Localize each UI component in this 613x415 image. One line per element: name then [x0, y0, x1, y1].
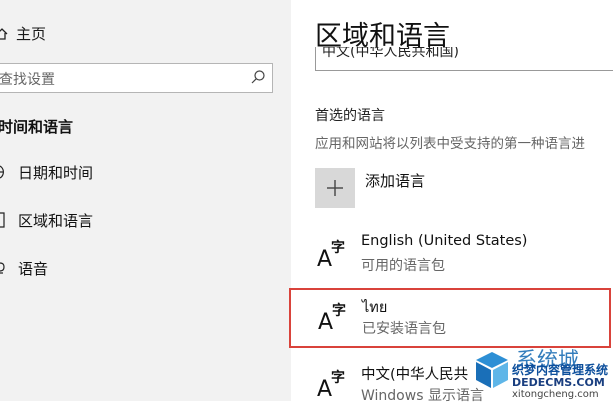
sidebar-item-speech[interactable]: 语音 — [0, 255, 48, 281]
language-item-english[interactable]: A字 English (United States) 可用的语言包 — [300, 225, 613, 285]
language-icon: A字 — [317, 370, 345, 402]
add-language-button[interactable] — [315, 168, 355, 208]
nav-home-label: 主页 — [16, 25, 47, 43]
language-status: 已安装语言包 — [362, 321, 446, 337]
add-language-label[interactable]: 添加语言 — [365, 170, 425, 191]
language-status: Windows 显示语言 — [361, 388, 484, 404]
search-placeholder: 查找设置 — [0, 72, 55, 88]
sidebar-item-region-language[interactable]: 区域和语言 — [0, 207, 93, 233]
nav-home-link[interactable]: 主页 — [0, 23, 46, 44]
language-name: English (United States) — [361, 233, 528, 249]
region-icon — [0, 211, 10, 229]
sidebar-item-date-time[interactable]: 日期和时间 — [0, 159, 93, 185]
home-icon — [0, 26, 8, 42]
language-status: 可用的语言包 — [361, 258, 445, 274]
sidebar-item-label: 区域和语言 — [18, 211, 94, 230]
plus-icon — [327, 180, 343, 196]
language-icon: A字 — [317, 240, 345, 272]
watermark-line2: DEDECMS.COM — [512, 376, 605, 389]
search-icon[interactable] — [250, 69, 266, 85]
microphone-icon — [0, 259, 10, 277]
language-item-thai-selected[interactable]: A字 ไทย 已安装语言包 — [289, 288, 611, 348]
language-icon: A字 — [318, 303, 346, 335]
settings-nav-pane: 主页 查找设置 时间和语言 日期和时间 区域和语言 语音 — [0, 0, 291, 401]
nav-section-title: 时间和语言 — [0, 118, 74, 136]
search-settings-input[interactable]: 查找设置 — [0, 63, 273, 93]
watermark-logo-icon — [476, 352, 508, 388]
sidebar-item-label: 日期和时间 — [18, 163, 94, 182]
clock-icon — [0, 163, 10, 181]
preferred-languages-heading: 首选的语言 — [315, 108, 385, 124]
language-name: ไทย — [362, 300, 388, 316]
country-region-dropdown[interactable]: 中文(中华人民共和国) — [315, 47, 613, 71]
language-name: 中文(中华人民共 — [361, 367, 469, 383]
watermark: 系统城 织梦内容管理系统 DEDECMS.COM xitongcheng.com — [470, 340, 613, 401]
watermark-url: xitongcheng.com — [512, 389, 599, 400]
preferred-languages-description: 应用和网站将以列表中受支持的第一种语言进 — [315, 136, 585, 152]
sidebar-item-label: 语音 — [18, 259, 49, 278]
country-region-value: 中文(中华人民共和国) — [322, 47, 459, 60]
